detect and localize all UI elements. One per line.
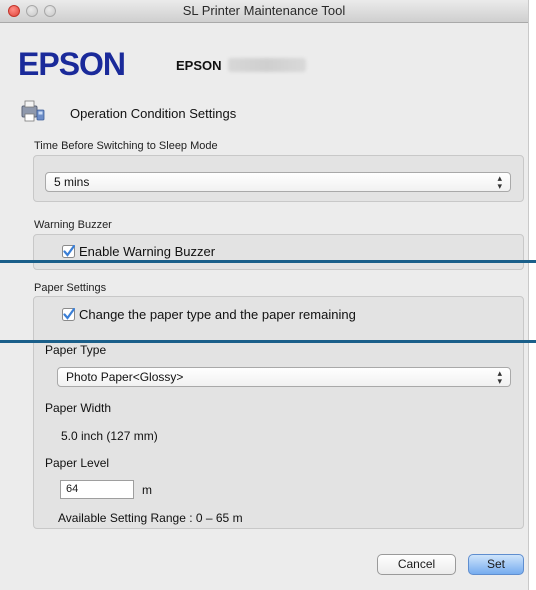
warning-buzzer-label: Warning Buzzer [34,219,112,231]
checkbox-checked-icon [62,245,75,258]
change-paper-label: Change the paper type and the paper rema… [79,307,356,322]
callout-line-top [0,260,536,263]
title-bar: SL Printer Maintenance Tool [0,0,528,23]
paper-type-select[interactable]: Photo Paper<Glossy> ▴ ▾ [57,367,511,387]
printer-settings-icon [21,100,45,122]
epson-logo: EPSON [18,46,126,82]
printer-model-redacted [228,58,306,72]
enable-buzzer-label: Enable Warning Buzzer [79,244,216,259]
set-button[interactable]: Set [468,554,524,575]
sleep-mode-select[interactable]: 5 mins ▴ ▾ [45,172,511,192]
change-paper-checkbox[interactable]: Change the paper type and the paper rema… [62,306,356,322]
paper-level-unit: m [142,483,152,497]
window-title: SL Printer Maintenance Tool [182,3,346,18]
paper-settings-label: Paper Settings [34,282,107,294]
sleep-mode-value: 5 mins [54,175,90,189]
select-arrows-icon: ▴ ▾ [497,368,502,386]
paper-width-label: Paper Width [45,401,112,415]
enable-buzzer-checkbox[interactable]: Enable Warning Buzzer [62,243,215,259]
section-title: Operation Condition Settings [70,106,237,121]
paper-type-label: Paper Type [45,343,107,357]
paper-level-label: Paper Level [45,456,110,470]
sleep-mode-label: Time Before Switching to Sleep Mode [34,140,218,152]
checkbox-checked-icon [62,308,75,321]
cancel-button[interactable]: Cancel [377,554,456,575]
select-arrows-icon: ▴ ▾ [497,173,502,191]
setting-range-text: Available Setting Range : 0 – 65 m [58,511,243,525]
paper-type-value: Photo Paper<Glossy> [66,370,184,384]
paper-width-value: 5.0 inch (127 mm) [61,429,158,443]
paper-level-input[interactable]: 64 [60,480,134,499]
main-window: SL Printer Maintenance Tool EPSON EPSON … [0,0,528,590]
printer-model-label: EPSON [176,58,222,73]
callout-line-bottom [0,340,536,343]
